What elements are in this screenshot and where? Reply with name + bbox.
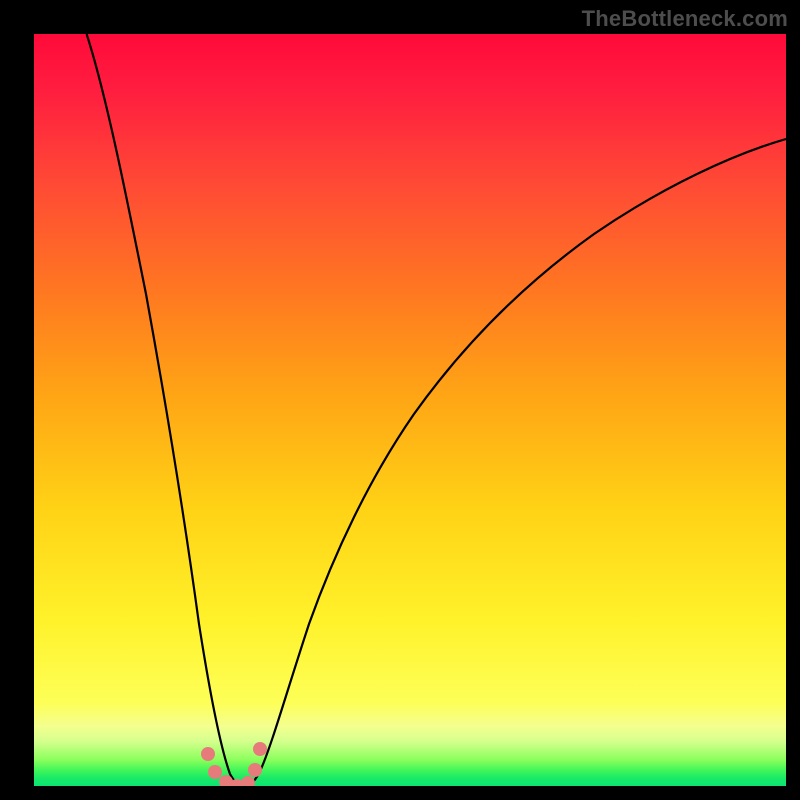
bottleneck-curve <box>87 34 786 786</box>
chart-frame: TheBottleneck.com <box>0 0 800 800</box>
watermark: TheBottleneck.com <box>582 6 788 32</box>
curve-svg <box>34 34 786 786</box>
plot-area <box>34 34 786 786</box>
